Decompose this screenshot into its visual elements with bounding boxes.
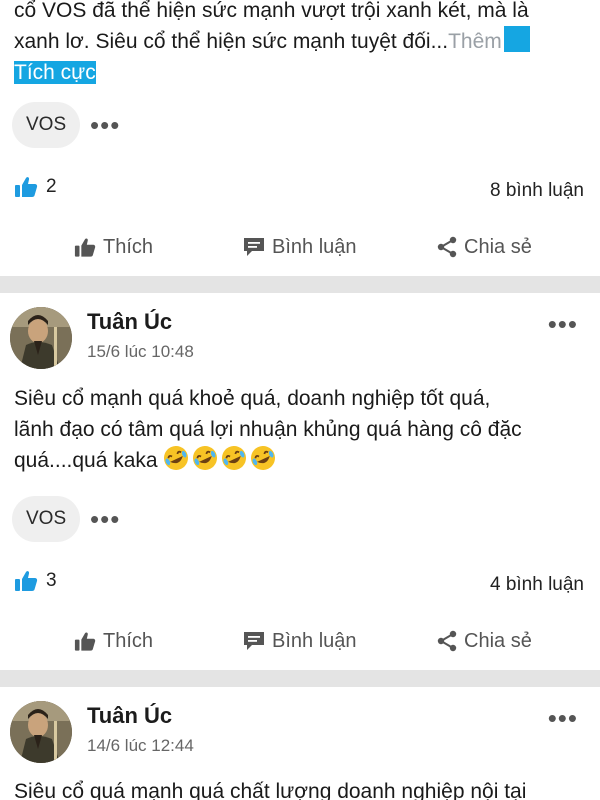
laughing-emoji-icon [222,446,247,470]
share-icon [437,630,457,652]
post-text: Siêu cổ quá mạnh quá chất lượng doanh ng… [14,776,586,800]
more-options-icon[interactable]: ••• [90,506,120,532]
post-text-line: Siêu cổ mạnh quá khoẻ quá, doanh nghiệp … [14,387,491,410]
thumbs-up-icon [15,177,38,197]
share-button-label: Chia sẻ [464,630,532,652]
stock-tag-chip[interactable]: VOS [12,496,81,542]
post-timestamp: 15/6 lúc 10:48 [87,342,194,361]
share-icon [437,236,457,258]
feed: cổ VOS đã thể hiện sức mạnh vượt trội xa… [0,0,600,800]
post-text-line-3: quá....quá kaka [14,449,158,472]
thumbs-up-icon [74,237,96,257]
comment-button[interactable]: Bình luận [243,621,357,661]
avatar-image [10,307,72,369]
post-actions: Thích Bình luận Chia sẻ [0,227,600,267]
laughing-emoji-group [163,446,279,472]
like-button[interactable]: Thích [74,227,153,267]
like-button-label: Thích [103,236,154,258]
laughing-emoji-icon [164,446,189,470]
highlight-marker [503,26,530,52]
see-more-link[interactable]: Thêm [448,30,502,53]
post-text: cổ VOS đã thể hiện sức mạnh vượt trội xa… [14,0,586,88]
comment-button-label: Bình luận [272,236,357,258]
share-button[interactable]: Chia sẻ [437,227,532,267]
post-stats: 2 8 bình luận [14,176,586,206]
post-divider [0,670,600,687]
comment-count[interactable]: 8 bình luận [490,176,584,206]
post-menu-icon[interactable]: ••• [548,705,578,731]
author-name[interactable]: Tuân Úc [87,309,172,335]
avatar[interactable] [10,701,72,763]
share-button-label: Chia sẻ [464,236,532,258]
thumbs-up-icon [74,631,96,651]
post-text-line: xanh lơ. Siêu cổ thể hiện sức mạnh tuyệt… [14,26,586,57]
post-text-line-2: xanh lơ. Siêu cổ thể hiện sức mạnh tuyệt… [14,30,449,53]
avatar-image [10,701,72,763]
post-divider [0,276,600,293]
like-summary[interactable]: 2 [14,176,57,198]
laughing-emoji-icon [251,446,276,470]
comment-icon [244,238,264,256]
post-menu-icon[interactable]: ••• [548,311,578,337]
avatar[interactable] [10,307,72,369]
comment-count[interactable]: 4 bình luận [490,570,584,600]
comment-button-label: Bình luận [272,630,357,652]
sentiment-label: Tích cực [14,61,96,84]
like-count: 2 [46,176,57,197]
post-actions: Thích Bình luận Chia sẻ [0,621,600,661]
stock-tag-chip[interactable]: VOS [12,102,81,148]
post-text-line: cổ VOS đã thể hiện sức mạnh vượt trội xa… [14,0,529,22]
post-text-line: lãnh đạo có tâm quá lợi nhuận khủng quá … [14,418,522,441]
author-name[interactable]: Tuân Úc [87,703,172,729]
comment-button[interactable]: Bình luận [243,227,357,267]
like-button-label: Thích [103,630,154,652]
thumbs-up-icon [15,571,38,591]
share-button[interactable]: Chia sẻ [437,621,532,661]
post-timestamp: 14/6 lúc 12:44 [87,736,194,755]
comment-icon [244,632,264,650]
post-stats: 3 4 bình luận [14,570,586,600]
post-text-line: Siêu cổ quá mạnh quá chất lượng doanh ng… [14,780,527,800]
post-text: Siêu cổ mạnh quá khoẻ quá, doanh nghiệp … [14,383,586,476]
laughing-emoji-icon [193,446,218,470]
post-text-line: quá....quá kaka [14,445,586,476]
post-text-line: Tích cực [14,57,586,88]
more-options-icon[interactable]: ••• [90,112,120,138]
like-summary[interactable]: 3 [14,570,57,592]
like-button[interactable]: Thích [74,621,153,661]
like-count: 3 [46,570,57,591]
